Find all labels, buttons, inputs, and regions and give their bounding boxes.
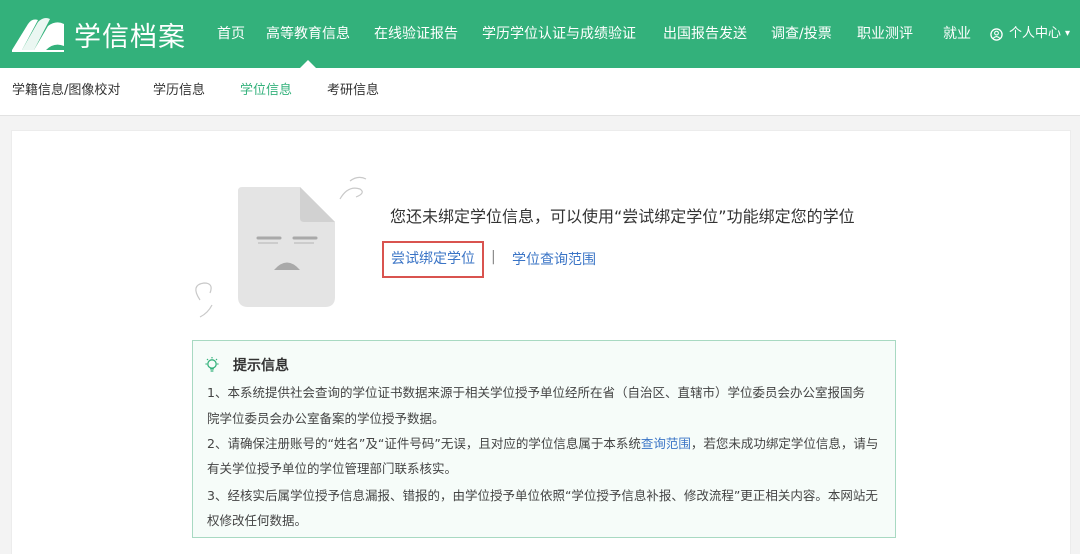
nav-overseas-report[interactable]: 出国报告发送 [663, 0, 747, 68]
sad-document-icon [195, 176, 367, 318]
degree-query-scope-link[interactable]: 学位查询范围 [512, 249, 596, 269]
top-nav-bar: 学信档案 首页 高等教育信息 在线验证报告 学历学位认证与成绩验证 出国报告发送… [0, 0, 1080, 68]
user-center-menu[interactable]: 个人中心 ▾ [990, 0, 1070, 68]
tips-box: 提示信息 1、本系统提供社会查询的学位证书数据来源于相关学位授予单位经所在省（自… [192, 340, 896, 538]
nav-home[interactable]: 首页 [217, 0, 245, 68]
brand-name: 学信档案 [74, 21, 186, 53]
user-center-label: 个人中心 [1009, 26, 1062, 41]
nav-online-verification[interactable]: 在线验证报告 [374, 0, 458, 68]
nav-employment[interactable]: 就业 [943, 0, 971, 68]
tip-line-2-text: 2、请确保注册账号的“姓名”及“证件号码”无误，且对应的学位信息属于本系统 [207, 436, 641, 451]
tips-title: 提示信息 [233, 358, 289, 374]
no-degree-message: 您还未绑定学位信息，可以使用“尝试绑定学位”功能绑定您的学位 [390, 207, 855, 226]
brand-logo[interactable]: 学信档案 [10, 14, 186, 54]
tip-line-2b: 有关学位授予单位的学位管理部门联系核实。 [207, 461, 458, 476]
tip-line-3b: 权修改任何数据。 [207, 513, 308, 528]
link-separator: | [491, 249, 496, 265]
book-logo-icon [12, 18, 64, 52]
nav-higher-education[interactable]: 高等教育信息 [266, 0, 350, 68]
try-bind-degree-link[interactable]: 尝试绑定学位 [382, 241, 484, 278]
tips-header: 提示信息 [203, 355, 289, 375]
tip-line-3: 3、经核实后属学位授予信息漏报、错报的，由学位授予单位依照“学位授予信息补报、修… [207, 488, 878, 503]
tip-line-1b: 院学位委员会办公室备案的学位授予数据。 [207, 411, 445, 426]
tab-education-info[interactable]: 学历信息 [153, 68, 205, 116]
chevron-down-icon: ▾ [1065, 28, 1071, 39]
tab-enrollment-info[interactable]: 学籍信息/图像校对 [12, 68, 120, 116]
tip-line-1: 1、本系统提供社会查询的学位证书数据来源于相关学位授予单位经所在省（自治区、直辖… [207, 385, 865, 400]
lightbulb-icon [205, 357, 219, 372]
query-scope-inline-link[interactable]: 查询范围 [641, 436, 691, 451]
nav-career-test[interactable]: 职业测评 [857, 0, 913, 68]
tab-postgraduate-exam-info[interactable]: 考研信息 [327, 68, 379, 116]
tip-line-2: 2、请确保注册账号的“姓名”及“证件号码”无误，且对应的学位信息属于本系统查询范… [207, 433, 878, 452]
nav-survey-vote[interactable]: 调查/投票 [771, 0, 832, 68]
nav-degree-certification[interactable]: 学历学位认证与成绩验证 [482, 0, 636, 68]
user-icon [990, 27, 1003, 41]
tip-line-2-tail: ，若您未成功绑定学位信息，请与 [690, 436, 879, 451]
tab-degree-info[interactable]: 学位信息 [240, 68, 292, 116]
sub-nav-bar: 学籍信息/图像校对 学历信息 学位信息 考研信息 [0, 68, 1080, 116]
